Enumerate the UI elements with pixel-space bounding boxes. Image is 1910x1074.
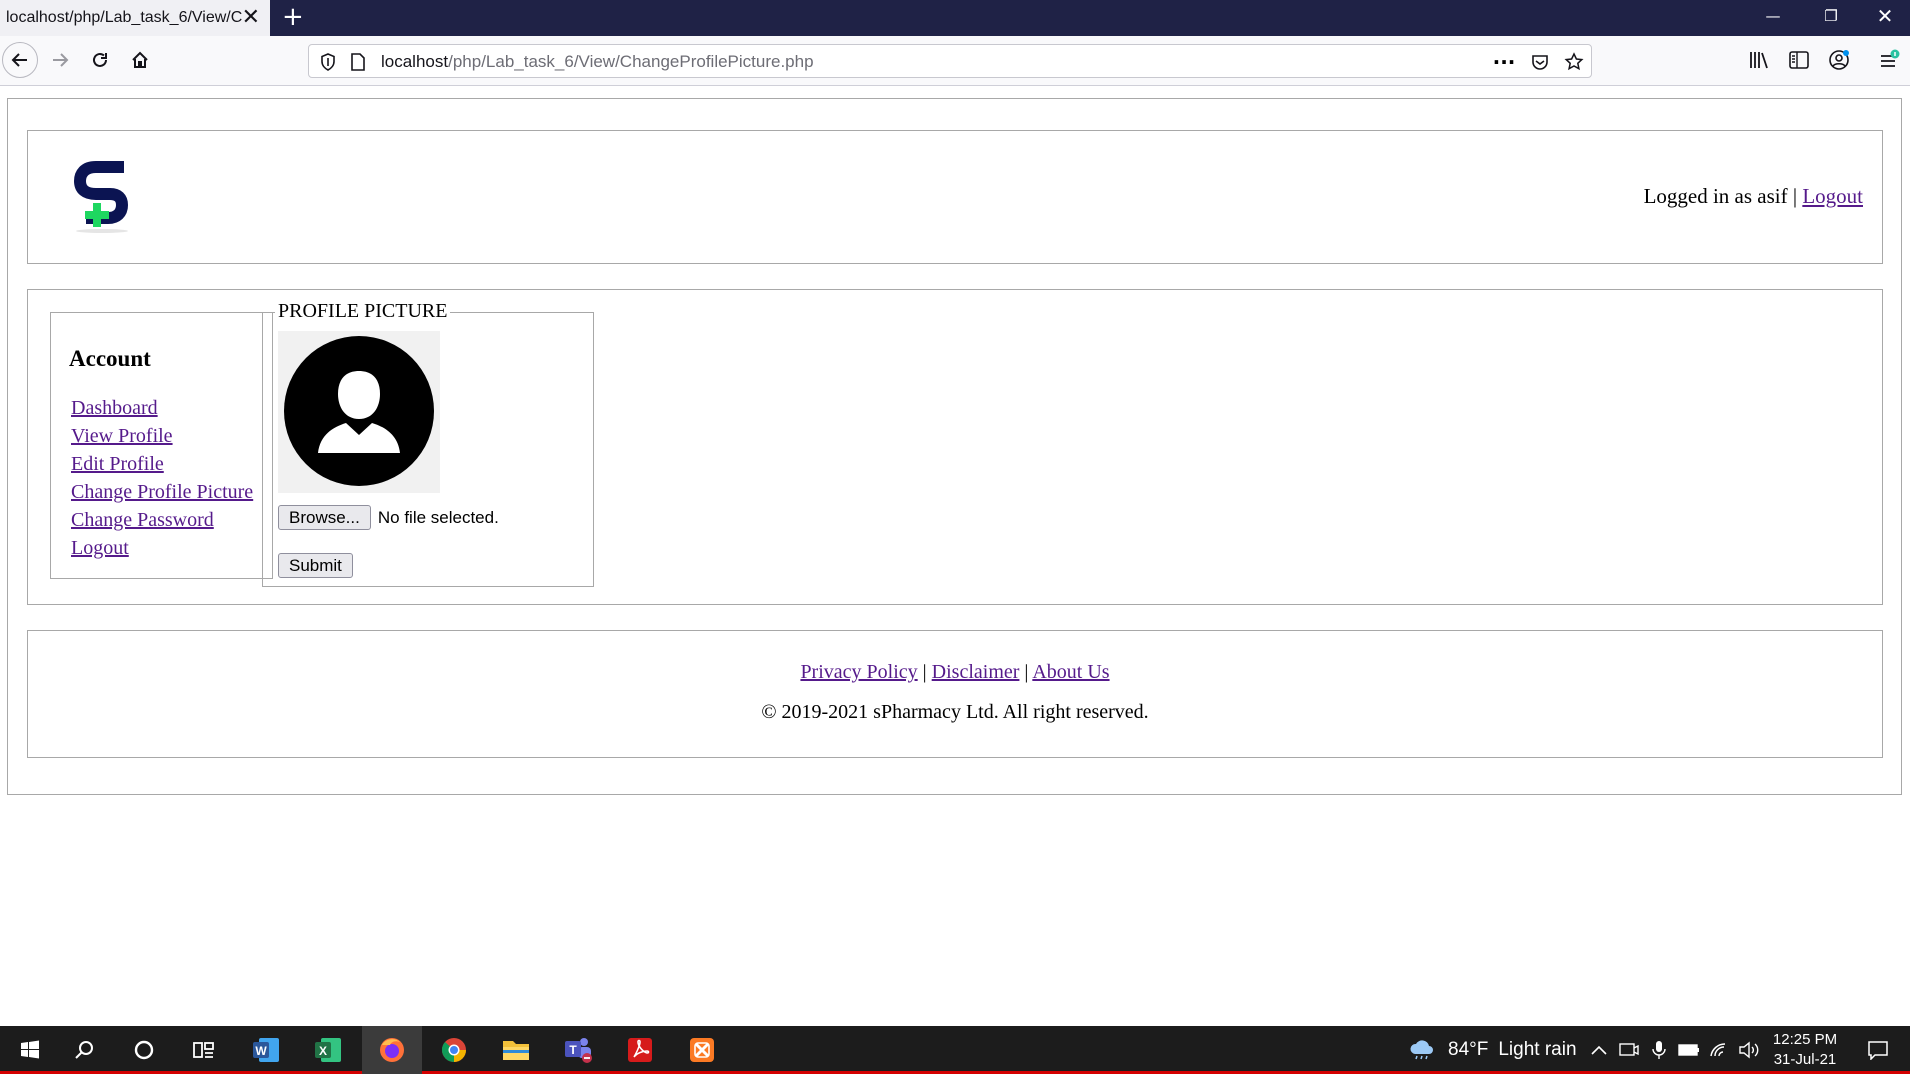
sidebar-item-change-profile-picture[interactable]: Change Profile Picture bbox=[71, 481, 253, 503]
spharmacy-logo bbox=[72, 157, 134, 235]
tab-title: localhost/php/Lab_task_6/View/Cha bbox=[6, 9, 242, 26]
disclaimer-link[interactable]: Disclaimer bbox=[932, 661, 1020, 683]
weather-desc: Light rain bbox=[1498, 1039, 1577, 1060]
address-bar[interactable]: localhost/php/Lab_task_6/View/ChangeProf… bbox=[308, 44, 1592, 78]
battery-icon[interactable] bbox=[1674, 1026, 1704, 1074]
submit-button[interactable]: Submit bbox=[278, 553, 353, 578]
privacy-policy-link[interactable]: Privacy Policy bbox=[800, 661, 917, 683]
browser-tab[interactable]: localhost/php/Lab_task_6/View/Cha ✕ bbox=[0, 0, 270, 36]
svg-text:X: X bbox=[319, 1044, 327, 1058]
browser-navbar: localhost/php/Lab_task_6/View/ChangeProf… bbox=[0, 36, 1910, 86]
cloud-rain-icon bbox=[1410, 1040, 1433, 1060]
windows-start-icon[interactable] bbox=[0, 1026, 60, 1074]
wifi-icon[interactable] bbox=[1704, 1026, 1734, 1074]
footer-links: Privacy Policy | Disclaimer | About Us bbox=[28, 661, 1882, 684]
footer-separator: | bbox=[917, 661, 932, 683]
pocket-icon[interactable] bbox=[1529, 51, 1551, 73]
browse-button[interactable]: Browse... bbox=[278, 505, 371, 530]
reload-icon[interactable] bbox=[82, 42, 118, 78]
profile-picture-legend: PROFILE PICTURE bbox=[275, 300, 451, 323]
url-path: /php/Lab_task_6/View/ChangeProfilePictur… bbox=[448, 52, 814, 71]
new-tab-plus-icon[interactable]: + bbox=[282, 2, 304, 32]
footer-separator: | bbox=[1019, 661, 1033, 683]
cortana-icon[interactable] bbox=[114, 1026, 174, 1074]
bookmark-star-icon[interactable] bbox=[1563, 51, 1585, 73]
teams-icon[interactable]: T bbox=[548, 1026, 608, 1074]
minimize-icon[interactable]: — bbox=[1744, 0, 1802, 36]
sidebar-item-view-profile[interactable]: View Profile bbox=[71, 425, 173, 447]
excel-icon[interactable]: X bbox=[298, 1026, 358, 1074]
file-input-row: Browse... No file selected. bbox=[278, 505, 499, 530]
back-arrow-icon[interactable] bbox=[2, 42, 38, 78]
browser-titlebar: localhost/php/Lab_task_6/View/Cha ✕ + — … bbox=[0, 0, 1910, 36]
sidebar-item-dashboard[interactable]: Dashboard bbox=[71, 397, 158, 419]
svg-text:W: W bbox=[255, 1044, 267, 1058]
window-close-icon[interactable]: ✕ bbox=[1856, 0, 1910, 36]
firefox-icon[interactable] bbox=[362, 1026, 422, 1074]
header-logout-link[interactable]: Logout bbox=[1802, 184, 1863, 208]
sidebar-heading: Account bbox=[69, 346, 151, 371]
url-text[interactable]: localhost/php/Lab_task_6/View/ChangeProf… bbox=[381, 52, 814, 72]
tab-close-icon[interactable]: ✕ bbox=[242, 6, 260, 28]
chrome-icon[interactable] bbox=[424, 1026, 484, 1074]
profile-picture-fieldset: PROFILE PICTURE Browse... No file select… bbox=[262, 300, 594, 587]
acrobat-icon[interactable] bbox=[610, 1026, 670, 1074]
user-avatar-icon bbox=[278, 331, 440, 493]
sidebar-item-edit-profile[interactable]: Edit Profile bbox=[71, 453, 164, 475]
sidebar-item-change-password[interactable]: Change Password bbox=[71, 509, 214, 531]
chevron-up-icon[interactable] bbox=[1584, 1026, 1614, 1074]
account-icon[interactable] bbox=[1822, 43, 1856, 77]
weather-widget[interactable]: 84°F Light rain bbox=[1408, 1026, 1577, 1074]
sidebar-menu: Dashboard View Profile Edit Profile Chan… bbox=[69, 394, 272, 562]
notification-icon[interactable] bbox=[1858, 1026, 1898, 1074]
page-icon bbox=[347, 51, 369, 73]
forward-arrow-icon[interactable] bbox=[42, 42, 78, 78]
restore-icon[interactable]: ❐ bbox=[1802, 0, 1860, 36]
site-footer: Privacy Policy | Disclaimer | About Us ©… bbox=[27, 630, 1883, 758]
menu-icon[interactable] bbox=[1872, 43, 1906, 77]
copyright-text: © 2019-2021 sPharmacy Ltd. All right res… bbox=[761, 701, 1149, 723]
speaker-icon[interactable] bbox=[1734, 1026, 1764, 1074]
about-us-link[interactable]: About Us bbox=[1032, 661, 1109, 683]
microphone-icon[interactable] bbox=[1644, 1026, 1674, 1074]
no-file-text: No file selected. bbox=[377, 507, 499, 527]
more-actions-icon[interactable]: ··· bbox=[1493, 50, 1516, 74]
clock-time: 12:25 PM bbox=[1772, 1031, 1838, 1048]
word-icon[interactable]: W bbox=[236, 1026, 296, 1074]
sidebar-item-logout[interactable]: Logout bbox=[71, 537, 129, 559]
sidebar-icon[interactable] bbox=[1782, 43, 1816, 77]
task-view-icon[interactable] bbox=[174, 1026, 234, 1074]
clock-date: 31-Jul-21 bbox=[1773, 1051, 1837, 1068]
clock[interactable]: 12:25 PM 31-Jul-21 bbox=[1768, 1030, 1842, 1070]
library-icon[interactable] bbox=[1742, 43, 1776, 77]
logged-in-text: Logged in as asif | bbox=[1643, 184, 1803, 208]
shield-icon[interactable] bbox=[317, 51, 339, 73]
windows-taskbar: W X T 84°F Light rain 12:25 PM 31-Jul-21 bbox=[0, 1026, 1910, 1074]
xampp-icon[interactable] bbox=[672, 1026, 732, 1074]
meet-now-icon[interactable] bbox=[1614, 1026, 1644, 1074]
svg-text:T: T bbox=[569, 1043, 577, 1057]
main-section: Account Dashboard View Profile Edit Prof… bbox=[27, 289, 1883, 605]
site-header: Logged in as asif | Logout bbox=[27, 130, 1883, 264]
home-icon[interactable] bbox=[122, 42, 158, 78]
file-explorer-icon[interactable] bbox=[486, 1026, 546, 1074]
url-host: localhost bbox=[381, 52, 449, 71]
page-container: Logged in as asif | Logout Account Dashb… bbox=[7, 98, 1902, 795]
search-icon[interactable] bbox=[54, 1026, 114, 1074]
login-status: Logged in as asif | Logout bbox=[1644, 184, 1863, 209]
weather-temp: 84°F bbox=[1448, 1039, 1489, 1060]
account-sidebar: Account Dashboard View Profile Edit Prof… bbox=[50, 312, 273, 579]
